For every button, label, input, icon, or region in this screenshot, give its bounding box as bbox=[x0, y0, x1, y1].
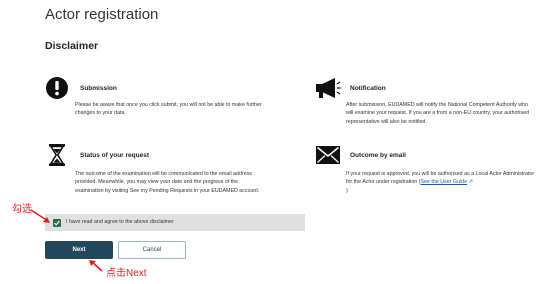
user-guide-link[interactable]: See the User Guide bbox=[421, 179, 468, 185]
notification-text: After submission, EUDAMED will notify th… bbox=[346, 102, 530, 125]
hourglass-icon bbox=[49, 144, 65, 166]
next-button[interactable]: Next bbox=[45, 241, 113, 259]
page-title: Actor registration bbox=[45, 6, 159, 23]
check-arrow-icon bbox=[30, 209, 50, 223]
envelope-icon bbox=[316, 146, 340, 164]
external-link-icon[interactable]: ↗ bbox=[467, 179, 474, 185]
exclamation-icon bbox=[46, 77, 68, 99]
outcome-text: If your request is approved, you will be… bbox=[346, 170, 536, 195]
agree-label: I have read and agree to the above discl… bbox=[66, 219, 174, 225]
section-heading: Disclaimer bbox=[45, 40, 99, 52]
status-text: The outcome of the examination will be c… bbox=[75, 171, 260, 194]
status-title: Status of your request bbox=[80, 152, 149, 159]
outcome-text-end: ) bbox=[346, 187, 348, 194]
megaphone-icon bbox=[316, 78, 341, 98]
next-annotation: 点击Next bbox=[106, 268, 147, 279]
notification-title: Notification bbox=[350, 85, 386, 92]
outcome-title: Outcome by email bbox=[350, 152, 406, 159]
agree-checkbox[interactable] bbox=[53, 218, 61, 227]
cancel-button[interactable]: Cancel bbox=[118, 241, 186, 259]
submission-title: Submission bbox=[80, 85, 117, 92]
check-annotation: 勾选 bbox=[12, 204, 32, 215]
agreement-row[interactable]: I have read and agree to the above discl… bbox=[45, 214, 305, 231]
submission-text: Please be aware that once you click subm… bbox=[75, 102, 262, 117]
next-arrow-icon bbox=[89, 260, 103, 272]
checkmark-icon bbox=[54, 220, 60, 226]
